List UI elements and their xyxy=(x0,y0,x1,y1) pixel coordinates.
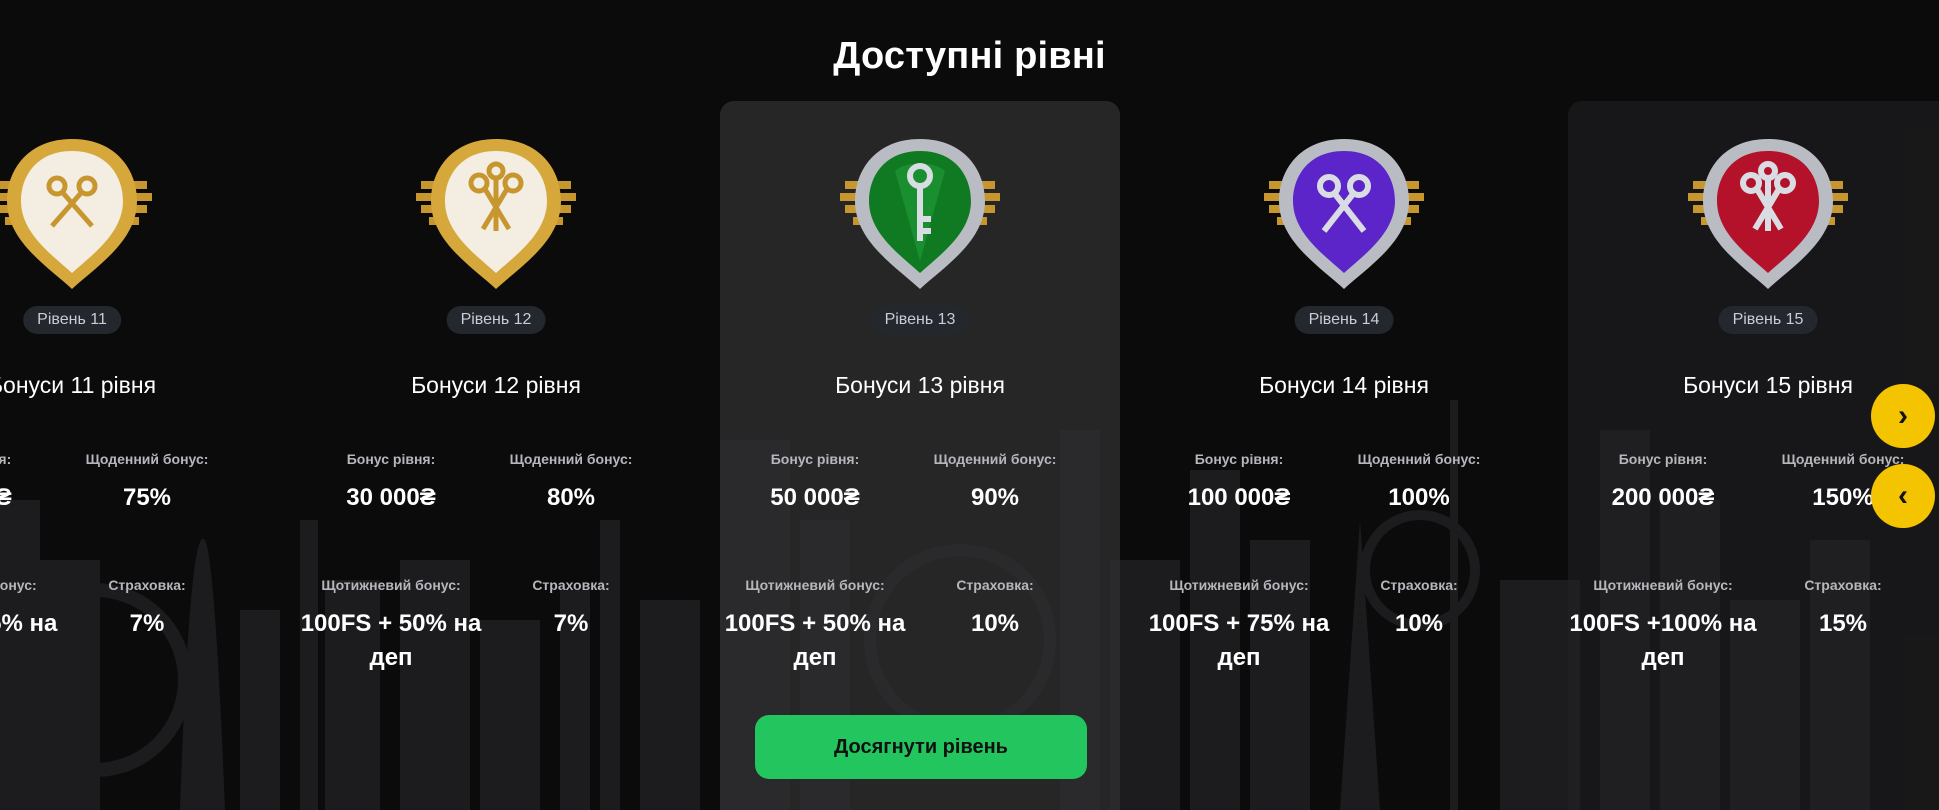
stat-daily-bonus: Щоденний бонус: 90% xyxy=(900,451,1090,515)
level-card-13: Рівень 13 Бонуси 13 рівня Бонус рівня: 5… xyxy=(720,101,1120,810)
level-pill: Рівень 15 xyxy=(1718,306,1818,334)
carousel-next-button[interactable]: › xyxy=(1871,384,1935,448)
stat-level-bonus: Бонус рівня: 50 000₴ xyxy=(720,451,910,515)
level-badge-11 xyxy=(0,131,272,291)
stat-insurance: Страховка: 10% xyxy=(1324,577,1514,641)
level-pill: Рівень 11 xyxy=(23,306,121,334)
stat-level-bonus: Бонус рівня: 30 000₴ xyxy=(296,451,486,515)
stat-label: Страховка: xyxy=(108,577,186,593)
stat-value: 100 000₴ xyxy=(1187,484,1291,511)
stat-insurance: Страховка: 15% xyxy=(1748,577,1938,641)
stat-label: Щотижневий бонус: xyxy=(745,577,885,593)
reach-level-button[interactable]: Досягнути рівень xyxy=(755,715,1087,779)
level-badge-14 xyxy=(1144,131,1544,291)
levels-carousel: Рівень 11 Бонуси 11 рівня Бонус рівня: 2… xyxy=(0,0,1939,810)
stat-label: Страховка: xyxy=(956,577,1034,593)
stat-weekly-bonus: Щотижневий бонус: 100FS + 75% на деп xyxy=(1144,577,1334,675)
stat-value: 100FS + 75% на деп xyxy=(1148,610,1330,671)
chevron-left-icon: ‹ xyxy=(1898,479,1908,512)
level-bonus-title: Бонуси 13 рівня xyxy=(835,372,1005,398)
stat-label: Бонус рівня: xyxy=(346,451,436,467)
stat-daily-bonus: Щоденний бонус: 100% xyxy=(1324,451,1514,515)
chevron-right-icon: › xyxy=(1898,399,1908,432)
crossed-keys-icon xyxy=(1264,139,1424,289)
stat-value: 80% xyxy=(546,484,596,511)
stat-weekly-bonus: Щотижневий бонус: 100FS +100% на деп xyxy=(1568,577,1758,675)
stat-value: 100FS + 50% на деп xyxy=(724,610,906,671)
stat-value: 100FS +100% на деп xyxy=(1569,610,1757,671)
stat-value: 200 000₴ xyxy=(1611,484,1715,511)
level-card-12: Рівень 12 Бонуси 12 рівня Бонус рівня: 3… xyxy=(296,101,696,810)
stat-level-bonus: Бонус рівня: 200 000₴ xyxy=(1568,451,1758,515)
carousel-prev-button[interactable]: ‹ xyxy=(1871,464,1935,528)
stat-label: Щотижневий бонус: xyxy=(1593,577,1733,593)
stat-label: Щотижневий бонус: xyxy=(321,577,461,593)
level-pill: Рівень 12 xyxy=(446,306,546,334)
level-pill: Рівень 14 xyxy=(1294,306,1394,334)
stat-weekly-bonus: Щотижневий бонус: 100FS + 50% на деп xyxy=(296,577,486,675)
stat-level-bonus: Бонус рівня: 100 000₴ xyxy=(1144,451,1334,515)
stat-value: 15% xyxy=(1818,610,1868,637)
stat-insurance: Страховка: 7% xyxy=(476,577,666,641)
stat-value: 50 000₴ xyxy=(770,484,860,511)
stat-label: Щоденний бонус: xyxy=(1357,451,1481,467)
stat-value: 7% xyxy=(553,610,589,637)
stat-label: Бонус рівня: xyxy=(1618,451,1708,467)
stat-label: Страховка: xyxy=(1380,577,1458,593)
stat-value: 10% xyxy=(970,610,1020,637)
level-bonus-title: Бонуси 14 рівня xyxy=(1259,372,1429,398)
stat-label: Щоденний бонус: xyxy=(509,451,633,467)
stat-value: 100% xyxy=(1388,484,1450,511)
stat-value: 75% xyxy=(122,484,172,511)
stat-weekly-bonus: Щотижневий бонус: 100FS + 50% на деп xyxy=(720,577,910,675)
stat-label: Щоденний бонус: xyxy=(933,451,1057,467)
level-badge-15 xyxy=(1568,131,1939,291)
stat-insurance: Страховка: 10% xyxy=(900,577,1090,641)
level-card-14: Рівень 14 Бонуси 14 рівня Бонус рівня: 1… xyxy=(1144,101,1544,810)
triple-keys-icon xyxy=(1688,139,1848,289)
stat-label: Бонус рівня: xyxy=(770,451,860,467)
stat-label: Страховка: xyxy=(532,577,610,593)
stat-daily-bonus: Щоденний бонус: 80% xyxy=(476,451,666,515)
stat-label: Щотижневий бонус: xyxy=(1169,577,1309,593)
triple-keys-icon xyxy=(416,139,576,289)
stat-label: Бонус рівня: xyxy=(1194,451,1284,467)
stat-label: Страховка: xyxy=(1804,577,1882,593)
stat-value: 7% xyxy=(129,610,165,637)
level-badge-12 xyxy=(296,131,696,291)
stat-value: 30 000₴ xyxy=(346,484,436,511)
crossed-keys-icon xyxy=(0,139,152,289)
level-bonus-title: Бонуси 12 рівня xyxy=(411,372,581,398)
stat-value: 10% xyxy=(1394,610,1444,637)
stat-value: 90% xyxy=(970,484,1020,511)
stat-daily-bonus: Щоденний бонус: 75% xyxy=(52,451,242,515)
single-key-icon xyxy=(840,139,1000,289)
stat-insurance: Страховка: 7% xyxy=(52,577,242,641)
stat-label: Щоденний бонус: xyxy=(85,451,209,467)
stat-value: 100FS + 50% на деп xyxy=(300,610,482,671)
level-badge-13 xyxy=(720,131,1120,291)
level-card-15: Рівень 15 Бонуси 15 рівня Бонус рівня: 2… xyxy=(1568,101,1939,810)
level-card-11: Рівень 11 Бонуси 11 рівня Бонус рівня: 2… xyxy=(0,101,272,810)
level-pill: Рівень 13 xyxy=(870,306,970,334)
level-bonus-title: Бонуси 11 рівня xyxy=(0,372,157,398)
